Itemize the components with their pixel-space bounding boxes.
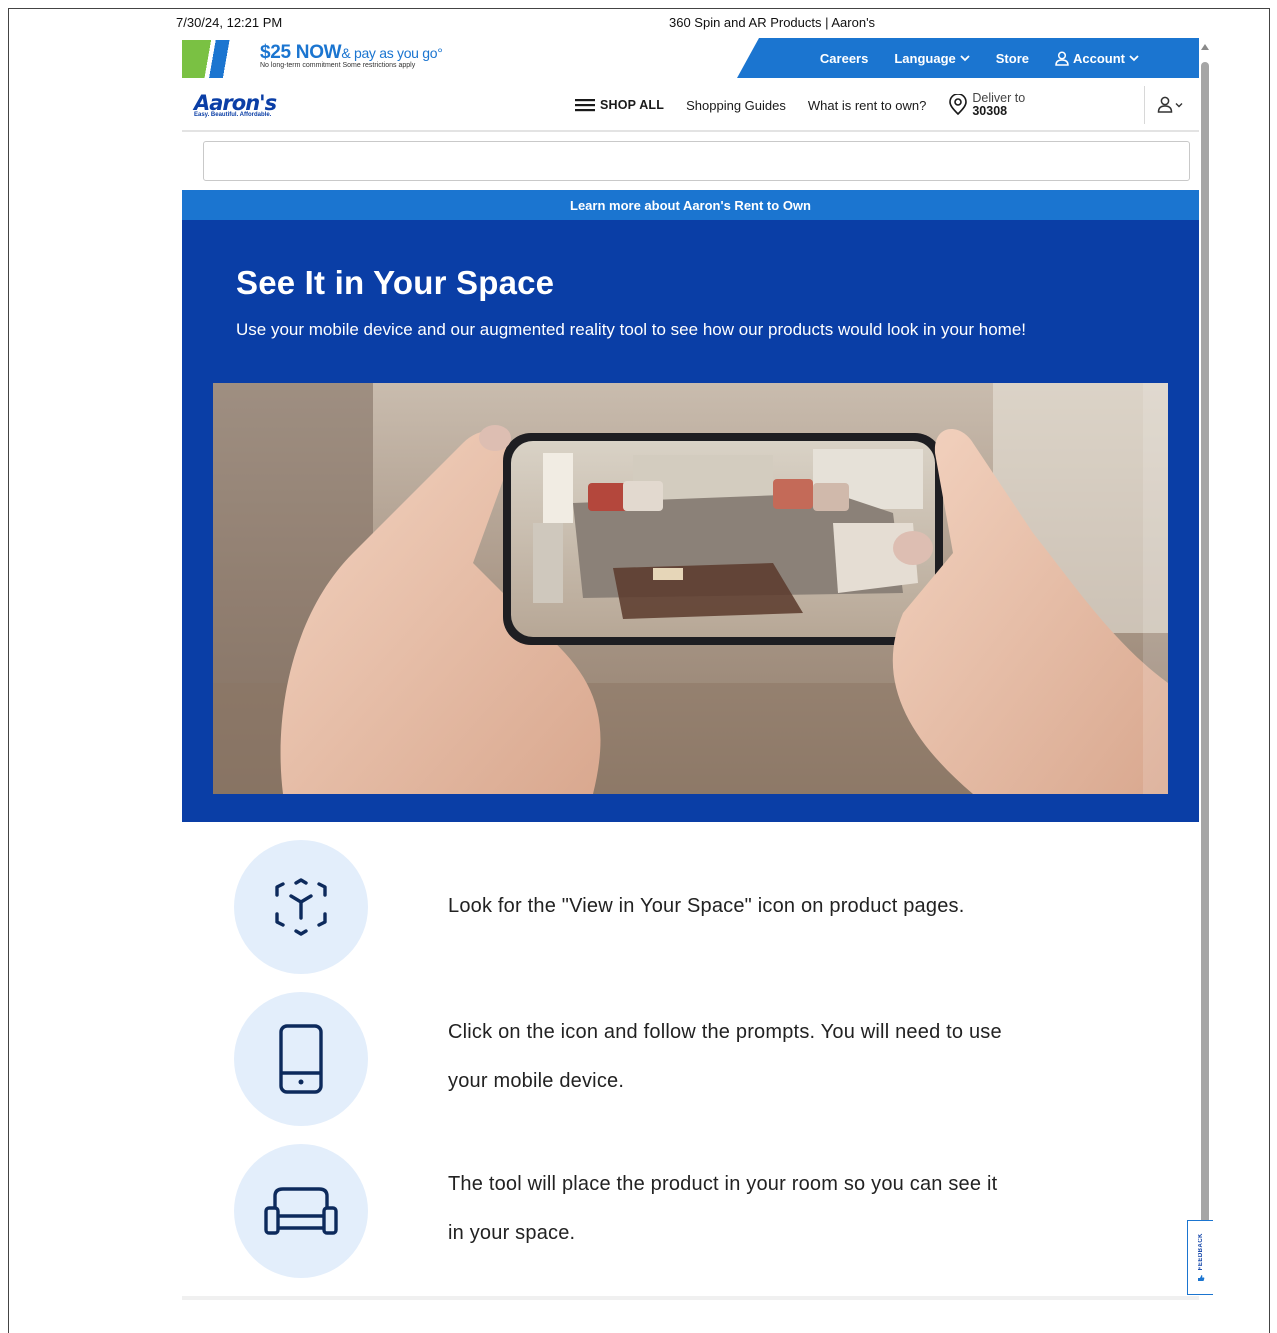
step-line: in your space. <box>448 1222 576 1244</box>
utility-bar: $25 NOW& pay as you go° No long-term com… <box>182 38 1199 78</box>
print-date: 7/30/24, 12:21 PM <box>176 15 283 30</box>
step-text: The tool will place the product in your … <box>448 1160 997 1258</box>
phone-icon <box>279 1024 323 1094</box>
hero-section: See It in Your Space Use your mobile dev… <box>182 220 1199 822</box>
hero-title: See It in Your Space <box>236 264 555 301</box>
step-line: your mobile device. <box>448 1070 625 1092</box>
main-nav: Aaron's Easy. Beautiful. Affordable. SHO… <box>182 78 1199 132</box>
feedback-label: FEEDBACK <box>1197 1232 1204 1271</box>
promo-amount: $25 NOW <box>260 42 342 63</box>
step-text: Click on the icon and follow the prompts… <box>448 1008 1002 1106</box>
page-scrollbar[interactable] <box>1199 44 1212 1302</box>
rent-to-own-link[interactable]: What is rent to own? <box>808 98 927 113</box>
careers-label: Careers <box>819 50 869 66</box>
print-page-title: 360 Spin and AR Products | Aaron's <box>669 15 876 30</box>
nav-divider <box>1144 86 1145 124</box>
learn-more-banner: Learn more about Aaron's Rent to Own <box>182 190 1199 220</box>
site-content: $25 NOW& pay as you go° No long-term com… <box>182 38 1199 1302</box>
step-icon-circle <box>234 840 368 974</box>
step-item-place-product: The tool will place the product in your … <box>234 1144 1134 1278</box>
nav-items: SHOP ALL Shopping Guides What is rent to… <box>575 78 1025 132</box>
sofa-icon <box>264 1187 338 1235</box>
promo-subtext: No long-term commitment Some restriction… <box>260 62 416 69</box>
step-line: The tool will place the product in your … <box>448 1173 998 1195</box>
promo-text: $25 NOW& pay as you go° No long-term com… <box>260 42 443 69</box>
chevron-down-icon <box>1129 55 1139 62</box>
deliver-to-button[interactable]: Deliver to 30308 <box>948 92 1025 118</box>
careers-link[interactable]: Careers <box>820 51 868 66</box>
search-input[interactable] <box>203 141 1190 181</box>
ar-cube-icon <box>275 878 327 936</box>
promo-banner[interactable]: $25 NOW& pay as you go° No long-term com… <box>182 38 742 78</box>
step-item-follow-prompts: Click on the icon and follow the prompts… <box>234 992 1134 1126</box>
feedback-tab[interactable]: FEEDBACK <box>1187 1220 1213 1295</box>
user-icon <box>1157 96 1173 113</box>
bottom-divider <box>182 1296 1199 1300</box>
scroll-thumb[interactable] <box>1201 62 1209 1292</box>
account-label: Account <box>1073 50 1125 66</box>
aarons-logo[interactable]: Aaron's Easy. Beautiful. Affordable. <box>194 91 277 118</box>
hero-ar-image <box>213 383 1168 794</box>
shop-all-button[interactable]: SHOP ALL <box>575 98 664 112</box>
store-link[interactable]: Store <box>996 51 1029 66</box>
hands-holding-phone-illustration <box>213 383 1168 794</box>
language-dropdown[interactable]: Language <box>894 50 970 66</box>
promo-stripe-graphic <box>182 40 252 78</box>
step-item-view-icon: Look for the "View in Your Space" icon o… <box>234 840 1134 974</box>
thumbs-up-icon <box>1197 1275 1204 1282</box>
account-dropdown[interactable]: Account <box>1055 51 1139 66</box>
hamburger-icon <box>575 99 595 112</box>
logo-tagline: Easy. Beautiful. Affordable. <box>194 112 272 118</box>
hero-subtitle: Use your mobile device and our augmented… <box>236 320 1026 339</box>
store-label: Store <box>995 50 1029 66</box>
chevron-down-icon <box>960 55 970 62</box>
user-icon <box>1055 50 1069 66</box>
shop-all-label: SHOP ALL <box>600 98 665 112</box>
utility-nav: Careers Language Store Account <box>737 38 1199 78</box>
step-text: Look for the "View in Your Space" icon o… <box>448 882 964 931</box>
deliver-zip: 30308 <box>972 104 1008 118</box>
step-icon-circle <box>234 992 368 1126</box>
location-pin-icon <box>949 94 968 116</box>
user-menu-button[interactable] <box>1157 96 1183 113</box>
shopping-guides-link[interactable]: Shopping Guides <box>686 98 786 113</box>
step-line: Look for the "View in Your Space" icon o… <box>448 895 965 917</box>
step-line: Click on the icon and follow the prompts… <box>448 1021 1002 1043</box>
step-icon-circle <box>234 1144 368 1278</box>
learn-more-link[interactable]: Learn more about Aaron's Rent to Own <box>570 198 811 213</box>
search-area <box>182 132 1199 190</box>
promo-rest: & pay as you go° <box>341 45 443 61</box>
chevron-down-icon <box>1175 102 1183 107</box>
shopping-guides-label: Shopping Guides <box>686 97 786 113</box>
scroll-up-arrow-icon[interactable] <box>1201 44 1209 50</box>
language-label: Language <box>894 50 956 66</box>
rent-to-own-label: What is rent to own? <box>807 97 927 113</box>
ar-steps-section: Look for the "View in Your Space" icon o… <box>182 822 1199 1302</box>
